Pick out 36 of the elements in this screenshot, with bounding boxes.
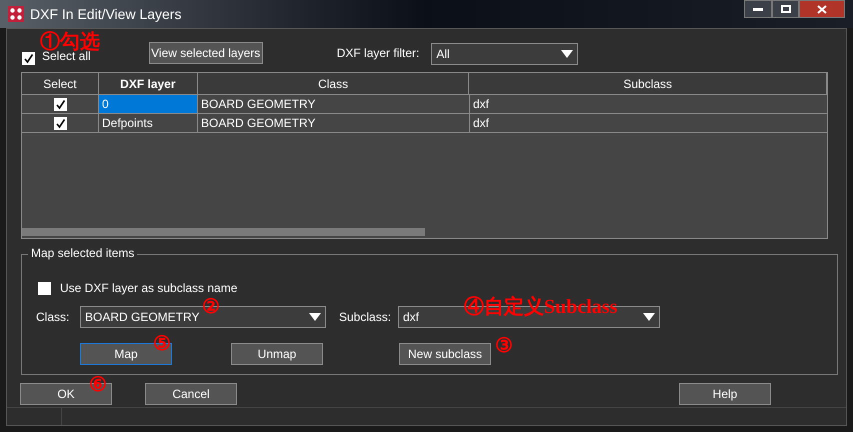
push-button[interactable]: New subclass — [399, 343, 491, 365]
scrollbar-thumb[interactable] — [22, 228, 425, 236]
table-cell[interactable]: 0 — [99, 95, 198, 113]
class-label: Class: — [36, 309, 70, 326]
annotation: ③ — [495, 336, 513, 356]
select-all-checkbox[interactable] — [22, 52, 35, 65]
push-button[interactable]: Cancel — [145, 383, 237, 405]
table-cell[interactable]: Defpoints — [99, 114, 198, 132]
table-cell-text: dxf — [472, 96, 490, 113]
close-button[interactable] — [799, 0, 845, 18]
app-icon — [8, 6, 24, 22]
push-button[interactable]: View selected layers — [148, 42, 263, 64]
column-header[interactable]: Class — [198, 73, 470, 95]
row-checkbox[interactable] — [54, 116, 66, 130]
subclass-label: Subclass: — [339, 309, 392, 326]
table-cell: BOARD GEOMETRY — [198, 114, 470, 132]
caret-icon — [561, 50, 574, 58]
table-cell: BOARD GEOMETRY — [198, 95, 470, 113]
subclass-name-checkbox[interactable] — [38, 282, 51, 294]
annotation: ①勾选 — [40, 32, 100, 52]
maximize-button[interactable] — [772, 0, 799, 18]
column-header[interactable]: Subclass — [469, 73, 827, 95]
close-icon — [817, 4, 827, 14]
column-header[interactable]: Select — [22, 73, 99, 95]
table-cell-text: dxf — [472, 115, 490, 132]
caret-icon — [309, 313, 321, 321]
push-button[interactable]: Help — [679, 383, 771, 405]
minimize-button[interactable] — [744, 0, 772, 18]
checkbox-label: Use DXF layer as subclass name — [60, 280, 238, 297]
dropdown[interactable]: All — [431, 43, 578, 65]
group-title: Map selected items — [28, 246, 138, 260]
window-title: DXF In Edit/View Layers — [30, 4, 182, 24]
filter-label: DXF layer filter: — [336, 45, 420, 62]
row-checkbox[interactable] — [54, 98, 66, 110]
caret-icon — [643, 313, 655, 321]
push-button[interactable]: Unmap — [231, 343, 323, 365]
